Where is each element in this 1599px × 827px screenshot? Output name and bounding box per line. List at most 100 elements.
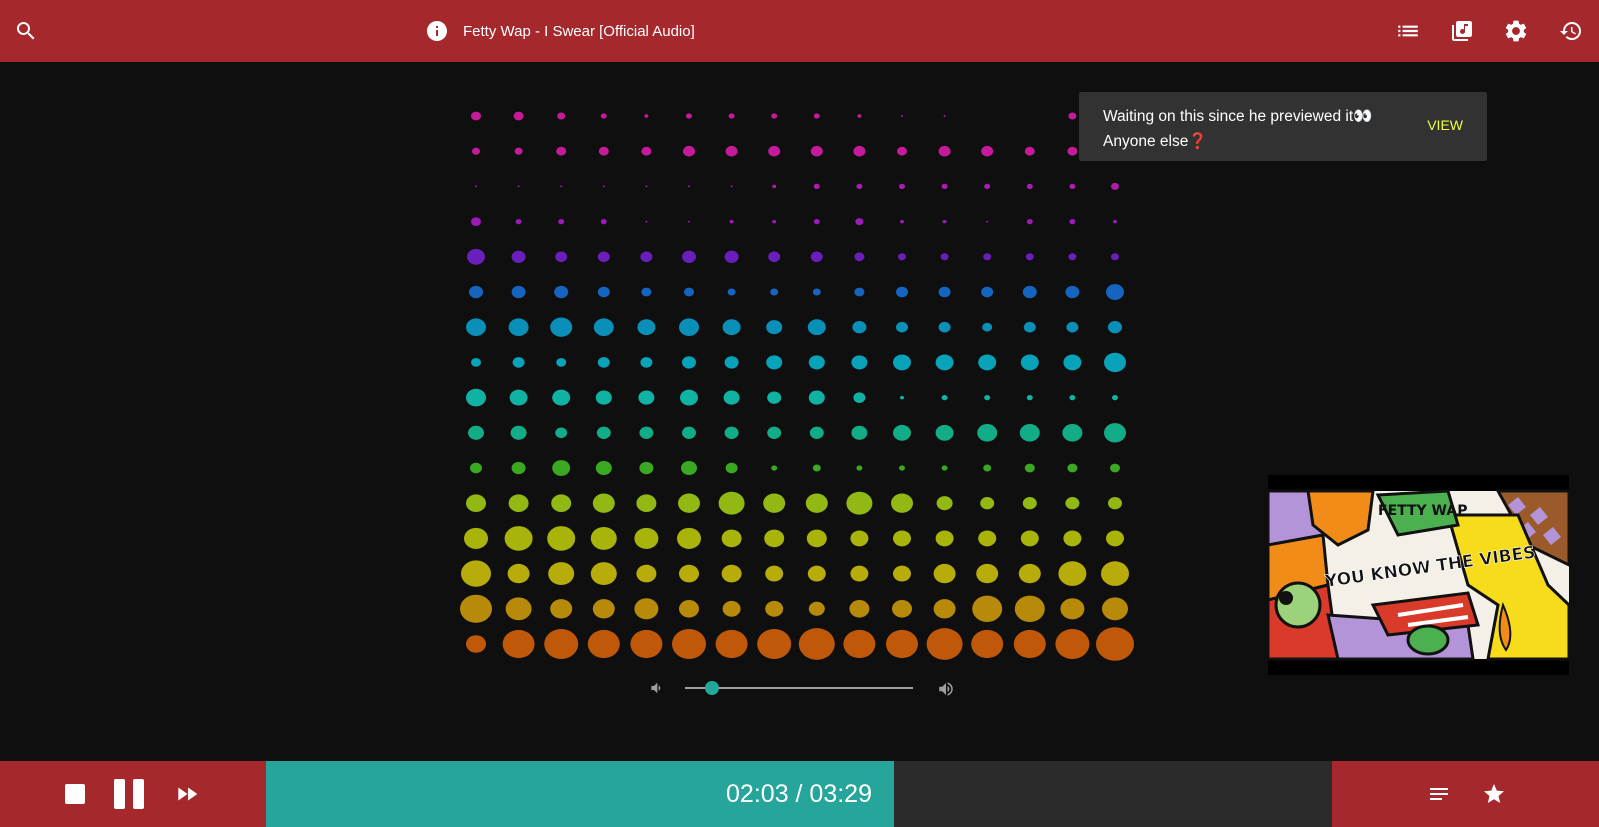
volume-knob[interactable]: [705, 681, 719, 695]
volume-up-icon[interactable]: [937, 680, 955, 698]
volume-track[interactable]: [685, 687, 913, 689]
visualizer-dot: [555, 251, 568, 263]
visualizer-dot: [899, 183, 905, 190]
visualizer-dot: [765, 600, 784, 617]
visualizer-dot: [850, 565, 869, 582]
visualizer-dot: [935, 424, 954, 441]
visualizer-dot: [1106, 530, 1124, 547]
comment-toast: Waiting on this since he previewed it👀 A…: [1079, 92, 1487, 161]
visualizer-dot: [943, 115, 946, 117]
visualizer-dot: [771, 113, 778, 119]
visualizer-dot: [768, 251, 781, 263]
visualizer-dot: [813, 218, 820, 225]
visualizer-dot: [938, 321, 951, 333]
pause-button[interactable]: [110, 775, 148, 813]
visualizer-dot: [809, 426, 824, 439]
visualizer-dot: [1063, 354, 1082, 371]
volume-down-icon[interactable]: [648, 680, 664, 696]
visualizer-dot: [770, 288, 779, 296]
visualizer-dot: [548, 562, 575, 586]
visualizer-dot: [515, 218, 522, 225]
visualizer-dot: [808, 390, 825, 405]
visualizer-dot: [1108, 497, 1122, 510]
visualizer-dot: [677, 527, 701, 549]
visualizer-dot: [772, 184, 777, 189]
visualizer-dot: [810, 251, 823, 263]
history-button[interactable]: [1553, 13, 1589, 49]
visualizer-dot: [1069, 394, 1076, 401]
visualizer-dot: [556, 146, 567, 156]
visualizer-dot: [1063, 530, 1082, 547]
playback-controls: [0, 761, 266, 827]
visualizer-dot: [900, 395, 904, 400]
queue-button[interactable]: [1390, 13, 1426, 49]
stop-button[interactable]: [60, 779, 90, 809]
visualizer-dot: [679, 600, 699, 618]
favorite-button[interactable]: [1478, 778, 1510, 810]
fast-forward-button[interactable]: [171, 779, 203, 809]
visualizer-dot: [600, 218, 607, 225]
visualizer-dot: [1024, 463, 1035, 473]
visualizer-dot: [466, 318, 486, 336]
visualizer-dot: [560, 185, 563, 188]
visualizer-dot: [468, 425, 484, 440]
visualizer-dot: [513, 111, 524, 121]
visualizer-dot: [555, 427, 568, 439]
visualizer-dot: [798, 628, 835, 660]
visualizer-dot: [587, 629, 620, 659]
visualizer-dot: [550, 317, 573, 337]
visualizer-dot: [935, 354, 954, 371]
visualizer-dot: [893, 354, 911, 371]
visualizer-dot: [852, 321, 867, 334]
search-button[interactable]: [8, 13, 44, 49]
visualizer-dot: [1018, 563, 1041, 584]
visualizer-dot: [766, 355, 783, 370]
visualizer-dot: [1025, 253, 1034, 261]
settings-button[interactable]: [1498, 13, 1534, 49]
visualizer-dot: [856, 183, 863, 190]
visualizer-dot: [507, 563, 530, 584]
visualizer-dot: [893, 565, 911, 582]
visualizer-dot: [596, 426, 611, 439]
library-button[interactable]: [1444, 13, 1480, 49]
video-thumbnail[interactable]: FETTY WAP YOU KNOW THE VIBES: [1268, 475, 1569, 675]
visualizer-dot: [640, 251, 653, 263]
visualizer-dot: [813, 183, 820, 190]
toast-view-button[interactable]: VIEW: [1427, 117, 1463, 133]
visualizer-dot: [600, 113, 607, 119]
visualizer-dot: [854, 252, 865, 262]
visualizer-dot: [684, 287, 694, 297]
visualizer-dot: [900, 219, 904, 224]
visualizer-dot: [933, 563, 956, 584]
visualizer-dot: [984, 183, 991, 190]
volume-slider[interactable]: [648, 678, 968, 698]
visualizer-dot: [634, 598, 659, 620]
visualizer-dot: [1055, 629, 1090, 659]
visualizer-dot: [469, 285, 483, 299]
visualizer-dot: [942, 219, 947, 224]
visualizer-dot: [1065, 497, 1080, 510]
visualizer-dot: [602, 185, 605, 188]
visualizer-dot: [593, 318, 614, 336]
visualizer-dot: [470, 462, 482, 474]
visualizer-dot: [598, 146, 609, 156]
visualizer-dot: [725, 462, 738, 474]
visualizer-dot: [849, 600, 870, 618]
visualizer-dot: [639, 461, 654, 475]
now-playing-title: Fetty Wap - I Swear [Official Audio]: [425, 19, 695, 43]
visualizer-dot: [502, 629, 535, 659]
lyrics-button[interactable]: [1424, 779, 1454, 809]
visualizer-dot: [808, 355, 825, 370]
visualizer-dot: [724, 250, 739, 263]
visualizer-dot: [1026, 394, 1033, 401]
visualizer-dot: [679, 564, 699, 583]
visualizer-dot: [637, 319, 656, 336]
visualizer-dot: [764, 529, 785, 548]
visualizer-dot: [853, 392, 866, 403]
info-icon[interactable]: [425, 19, 449, 43]
lyrics-lines-icon: [1430, 788, 1448, 800]
visualizer-dot: [1065, 285, 1080, 299]
settings-gear-icon: [1505, 20, 1527, 42]
visualizer-dot: [893, 530, 911, 547]
visualizer-dot: [941, 465, 948, 471]
